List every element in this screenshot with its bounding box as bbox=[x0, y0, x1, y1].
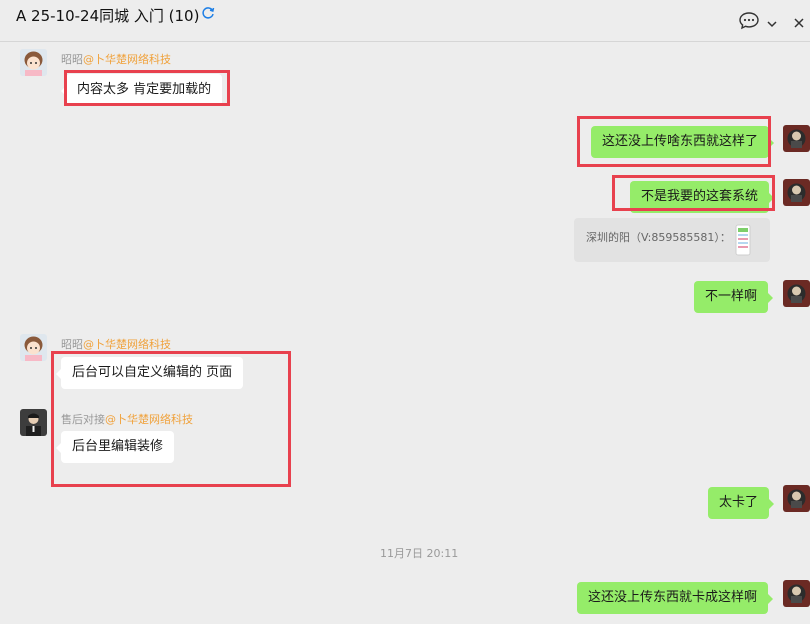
sender-label: 昭昭@卜华楚网络科技 bbox=[61, 336, 171, 352]
avatar[interactable] bbox=[783, 485, 810, 512]
highlight-box bbox=[577, 116, 771, 167]
avatar[interactable] bbox=[783, 280, 810, 307]
message-timestamp: 11月7日 20:11 bbox=[380, 547, 459, 560]
avatar[interactable] bbox=[783, 580, 810, 607]
avatar[interactable] bbox=[783, 179, 810, 206]
chat-bubble-icon[interactable] bbox=[738, 11, 760, 35]
avatar[interactable] bbox=[20, 409, 47, 436]
highlight-box bbox=[612, 175, 775, 211]
avatar[interactable] bbox=[783, 125, 810, 152]
message-bubble[interactable]: 这还没上传东西就卡成这样啊 bbox=[577, 582, 774, 614]
contact-thumbnail-icon bbox=[735, 224, 751, 259]
sender-name: 昭昭 bbox=[61, 338, 83, 351]
message-bubble[interactable]: 不一样啊 bbox=[694, 281, 774, 313]
close-icon[interactable] bbox=[793, 14, 805, 33]
sender-name: 昭昭 bbox=[61, 53, 83, 66]
avatar[interactable] bbox=[20, 49, 47, 76]
message-bubble[interactable]: 太卡了 bbox=[708, 487, 775, 519]
avatar[interactable] bbox=[20, 334, 47, 361]
highlight-box bbox=[64, 70, 230, 106]
sender-org: @卜华楚网络科技 bbox=[83, 338, 171, 351]
chat-title: A 25-10-24同城 入门 (10) bbox=[16, 7, 200, 25]
sender-label: 昭昭@卜华楚网络科技 bbox=[61, 51, 171, 67]
highlight-box bbox=[51, 351, 291, 487]
chat-header: A 25-10-24同城 入门 (10) bbox=[0, 0, 810, 42]
contact-card-text: 深圳的阳（V:859585581）： bbox=[586, 231, 731, 244]
refresh-icon[interactable] bbox=[200, 5, 216, 25]
sender-org: @卜华楚网络科技 bbox=[83, 53, 171, 66]
contact-card[interactable]: 深圳的阳（V:859585581）： bbox=[574, 218, 770, 262]
chevron-down-icon[interactable] bbox=[766, 15, 778, 34]
